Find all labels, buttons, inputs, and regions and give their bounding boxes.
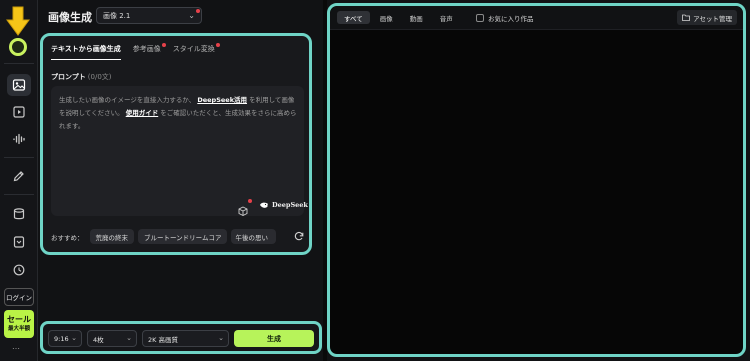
cylinder-icon — [13, 208, 25, 220]
prompt-panel: テキストから画像生成 参考画像 スタイル変換 プロンプト (0/0文) 生成したい… — [40, 33, 312, 255]
generation-controls: 9:16 ⌄ 4枚 ⌄ 2K 高画質 ⌄ 生成 — [40, 321, 322, 354]
asset-management-button[interactable]: アセット管理 — [677, 10, 737, 25]
mode-tabs: テキストから画像生成 参考画像 スタイル変換 — [51, 43, 220, 60]
favorites-checkbox[interactable]: お気に入り作品 — [476, 13, 534, 23]
gallery-toolbar: すべて 画像 動画 音声 お気に入り作品 アセット管理 — [330, 6, 743, 30]
sidebar-item-templates[interactable] — [7, 231, 31, 253]
sidebar-item-audio[interactable] — [7, 128, 31, 150]
page-title: 画像生成 — [48, 11, 92, 24]
tab-reference-image[interactable]: 参考画像 — [132, 43, 166, 60]
sidebar-item-image[interactable] — [7, 74, 31, 96]
model-select-value: 画像 2.1 — [103, 11, 131, 20]
cube-shape — [238, 206, 248, 217]
sidebar-divider — [4, 194, 34, 195]
tab-label: 参考画像 — [132, 45, 161, 53]
suggestion-chip[interactable]: 午後の思い — [231, 229, 277, 244]
model-select[interactable]: 画像 2.1 ⌄ — [96, 7, 202, 24]
chevron-down-icon: ⌄ — [71, 334, 77, 342]
prompt-label-text: プロンプト — [51, 73, 86, 81]
placeholder-text: 生成したい画像のイメージを直接入力するか、 — [59, 96, 196, 104]
app-window: ログイン セール 最大半額 … 画像生成 画像 2.1 ⌄ テキストから画像生成… — [0, 0, 750, 361]
tab-label: スタイル変換 — [172, 45, 215, 53]
suggestion-chip[interactable]: 荒廃の終末 — [89, 229, 134, 244]
tab-text-to-image[interactable]: テキストから画像生成 — [51, 44, 121, 60]
suggestion-row: おすすめ： 荒廃の終末 ブルートーンドリームコア 午後の思い — [51, 228, 306, 245]
quality-select[interactable]: 2K 高画質 ⌄ — [142, 330, 229, 347]
audio-wave-icon — [13, 133, 25, 145]
asset-label: アセット管理 — [693, 14, 732, 23]
image-count-value: 4枚 — [93, 335, 104, 344]
chevron-down-icon: ⌄ — [188, 11, 195, 20]
chevron-down-icon: ⌄ — [126, 334, 132, 342]
aspect-ratio-value: 9:16 — [54, 334, 69, 343]
sidebar: ログイン セール 最大半額 … — [0, 0, 38, 361]
gallery-panel: すべて 画像 動画 音声 お気に入り作品 アセット管理 — [327, 3, 746, 357]
sidebar-item-video[interactable] — [7, 101, 31, 123]
checkbox-box — [476, 14, 484, 22]
whale-icon — [260, 202, 268, 208]
sidebar-divider — [4, 63, 34, 64]
prompt-count: (0/0文) — [87, 73, 112, 81]
tab-videos[interactable]: 動画 — [403, 11, 430, 24]
cube-icon[interactable] — [238, 199, 252, 217]
generate-button[interactable]: 生成 — [234, 330, 314, 347]
guide-link[interactable]: 使用ガイド — [126, 109, 159, 117]
deepseek-toggle[interactable]: DeepSeek — [259, 201, 308, 209]
aspect-ratio-select[interactable]: 9:16 ⌄ — [48, 330, 82, 347]
image-count-select[interactable]: 4枚 ⌄ — [87, 330, 137, 347]
folder-icon — [682, 14, 691, 21]
suggestion-chip[interactable]: ブルートーンドリームコア — [138, 229, 228, 244]
image-icon — [12, 79, 26, 91]
quality-value: 2K 高画質 — [148, 335, 178, 344]
filter-tabs: すべて 画像 動画 音声 — [337, 11, 460, 24]
deepseek-label: DeepSeek — [272, 201, 308, 209]
history-icon — [13, 264, 25, 276]
refresh-icon[interactable] — [294, 231, 304, 241]
prompt-placeholder: 生成したい画像のイメージを直接入力するか、 DeepSeek活用 を利用して画像… — [59, 94, 297, 133]
favorites-label: お気に入り作品 — [488, 15, 534, 23]
tab-label: テキストから画像生成 — [51, 45, 121, 53]
login-button[interactable]: ログイン — [4, 288, 34, 306]
template-icon — [13, 236, 25, 248]
suggestion-label: おすすめ： — [51, 233, 84, 242]
more-menu[interactable]: … — [12, 342, 21, 351]
sidebar-item-edit[interactable] — [7, 165, 31, 187]
sidebar-item-assets[interactable] — [7, 203, 31, 225]
deepseek-link[interactable]: DeepSeek活用 — [197, 96, 247, 104]
notification-dot — [248, 199, 252, 203]
notification-dot — [215, 43, 220, 47]
sale-sub-label: 最大半額 — [7, 326, 30, 332]
notification-dot — [161, 43, 166, 47]
sale-badge[interactable]: セール 最大半額 — [4, 310, 34, 338]
tab-audio[interactable]: 音声 — [433, 11, 460, 24]
sidebar-divider — [4, 157, 34, 158]
sale-label: セール — [7, 315, 31, 324]
chevron-down-icon: ⌄ — [218, 334, 224, 342]
notification-dot — [196, 9, 200, 13]
prompt-input[interactable]: 生成したい画像のイメージを直接入力するか、 DeepSeek活用 を利用して画像… — [51, 86, 308, 217]
sidebar-item-history[interactable] — [7, 259, 31, 281]
tab-style-transfer[interactable]: スタイル変換 — [172, 43, 220, 60]
tab-images[interactable]: 画像 — [373, 11, 400, 24]
prompt-label: プロンプト (0/0文) — [51, 72, 112, 82]
edit-tag-icon — [13, 171, 24, 182]
video-icon — [13, 106, 25, 118]
tab-all[interactable]: すべて — [337, 11, 370, 24]
app-logo[interactable] — [9, 38, 27, 56]
down-arrow-icon — [6, 6, 30, 36]
